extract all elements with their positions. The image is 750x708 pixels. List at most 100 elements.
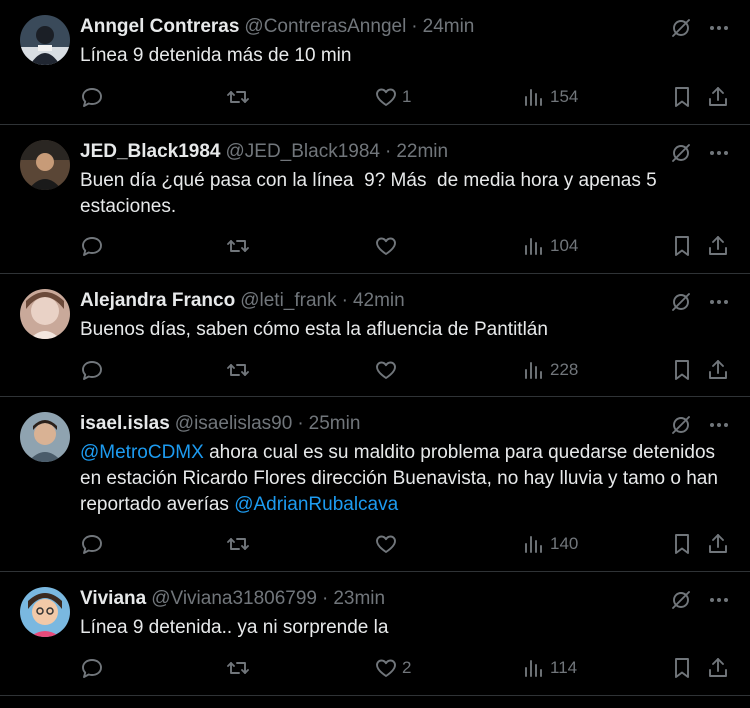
avatar[interactable] [20,140,70,190]
more-icon[interactable] [708,414,730,436]
view-count: 228 [550,360,579,379]
display-name[interactable]: isael.islas [80,413,170,435]
retweet-icon [226,85,250,109]
reply-button[interactable] [80,656,104,680]
bookmark-button[interactable] [670,234,694,258]
views-button[interactable]: 154 [522,85,578,109]
share-icon [706,656,730,680]
views-icon [522,234,546,258]
bookmark-icon [670,532,694,556]
tweet[interactable]: isael.islas @isaelislas90 · 25min @Metro… [0,397,750,572]
views-button[interactable]: 140 [522,532,578,556]
display-name[interactable]: Viviana [80,588,146,610]
view-count: 154 [550,87,579,106]
grok-icon[interactable] [670,142,692,164]
user-handle[interactable]: @JED_Black1984 [226,141,380,163]
timestamp[interactable]: 25min [309,413,361,435]
view-count: 114 [550,658,578,677]
bookmark-button[interactable] [670,85,694,109]
timestamp[interactable]: 22min [396,141,448,163]
timestamp[interactable]: 23min [333,588,385,610]
bookmark-button[interactable] [670,656,694,680]
user-handle[interactable]: @Viviana31806799 [151,588,317,610]
bookmark-icon [670,234,694,258]
view-count: 140 [550,534,579,553]
share-button[interactable] [706,532,730,556]
like-button[interactable] [374,532,402,556]
view-count: 104 [550,236,579,255]
like-icon [374,85,398,109]
like-icon [374,656,398,680]
reply-button[interactable] [80,358,104,382]
grok-icon[interactable] [670,17,692,39]
user-handle[interactable]: @leti_frank [240,290,336,312]
tweet[interactable]: JED_Black1984 @JED_Black1984 · 22min Bue… [0,125,750,274]
more-icon[interactable] [708,142,730,164]
timestamp[interactable]: 42min [353,290,405,312]
like-button[interactable] [374,358,402,382]
retweet-icon [226,656,250,680]
retweet-button[interactable] [226,85,250,109]
share-button[interactable] [706,85,730,109]
grok-icon[interactable] [670,414,692,436]
reply-icon [80,532,104,556]
like-button[interactable]: 2 [374,656,411,680]
reply-icon [80,656,104,680]
avatar[interactable] [20,587,70,637]
share-button[interactable] [706,234,730,258]
share-icon [706,85,730,109]
retweet-button[interactable] [226,234,250,258]
tweet[interactable]: Anngel Contreras @ContrerasAnngel · 24mi… [0,0,750,125]
bookmark-button[interactable] [670,532,694,556]
separator: · [384,141,392,162]
retweet-button[interactable] [226,358,250,382]
bookmark-icon [670,85,694,109]
more-icon[interactable] [708,589,730,611]
display-name[interactable]: JED_Black1984 [80,141,221,163]
reply-button[interactable] [80,234,104,258]
avatar[interactable] [20,15,70,65]
separator: · [341,290,348,311]
display-name[interactable]: Anngel Contreras [80,16,239,38]
reply-icon [80,234,104,258]
tweet-text: Línea 9 detenida.. ya ni sorprende la [80,617,389,638]
views-icon [522,85,546,109]
views-button[interactable]: 228 [522,358,578,382]
like-icon [374,532,398,556]
views-icon [522,358,546,382]
tweet[interactable]: Alejandra Franco @leti_frank · 42min Bue… [0,274,750,397]
display-name[interactable]: Alejandra Franco [80,290,235,312]
reply-icon [80,85,104,109]
bookmark-button[interactable] [670,358,694,382]
grok-icon[interactable] [670,589,692,611]
more-icon[interactable] [708,17,730,39]
views-button[interactable]: 104 [522,234,578,258]
share-icon [706,532,730,556]
timestamp[interactable]: 24min [423,16,475,38]
views-button[interactable]: 114 [522,656,577,680]
reply-button[interactable] [80,532,104,556]
tweet-text: Buen día ¿qué pasa con la línea 9? Más d… [80,170,662,217]
like-button[interactable]: 1 [374,85,411,109]
retweet-button[interactable] [226,656,250,680]
like-count: 1 [402,87,412,106]
tweet[interactable]: Viviana @Viviana31806799 · 23min Línea 9… [0,572,750,696]
tweet-text: Buenos días, saben cómo esta la afluenci… [80,319,548,340]
separator: · [322,588,329,609]
like-button[interactable] [374,234,402,258]
grok-icon[interactable] [670,291,692,313]
avatar[interactable] [20,412,70,462]
user-handle[interactable]: @isaelislas90 [175,413,293,435]
mention-link[interactable]: @MetroCDMX [80,442,204,463]
retweet-button[interactable] [226,532,250,556]
more-icon[interactable] [708,291,730,313]
share-button[interactable] [706,656,730,680]
mention-link[interactable]: @AdrianRubalcava [234,494,398,515]
retweet-icon [226,234,250,258]
reply-button[interactable] [80,85,104,109]
avatar[interactable] [20,289,70,339]
share-icon [706,358,730,382]
user-handle[interactable]: @ContrerasAnngel [244,16,406,38]
share-button[interactable] [706,358,730,382]
like-icon [374,234,398,258]
